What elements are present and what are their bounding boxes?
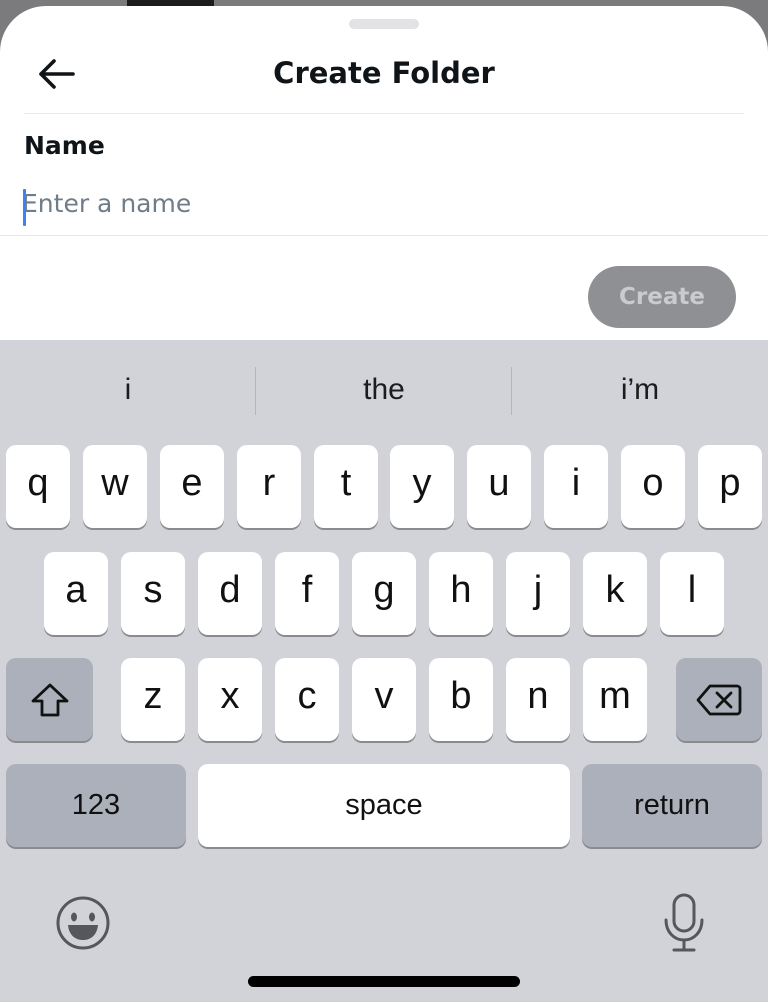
header-divider: [24, 113, 744, 114]
delete-key[interactable]: [676, 658, 762, 741]
key-j[interactable]: j: [506, 552, 570, 635]
create-folder-sheet: Create Folder Name Create: [0, 6, 768, 346]
key-u[interactable]: u: [467, 445, 531, 528]
suggestion-3[interactable]: i’m: [512, 364, 768, 416]
home-indicator[interactable]: [248, 976, 520, 987]
key-i[interactable]: i: [544, 445, 608, 528]
key-d[interactable]: d: [198, 552, 262, 635]
key-n[interactable]: n: [506, 658, 570, 741]
delete-backspace-icon: [696, 684, 742, 715]
suggestion-1[interactable]: i: [0, 364, 256, 416]
microphone-icon: [664, 893, 704, 952]
key-v[interactable]: v: [352, 658, 416, 741]
keyboard: i the i’m q w e r t y u i o p a s d f g …: [0, 340, 768, 1002]
page-title: Create Folder: [273, 56, 495, 90]
space-key[interactable]: space: [198, 764, 570, 847]
shift-icon: [31, 683, 68, 716]
key-g[interactable]: g: [352, 552, 416, 635]
dictation-button[interactable]: [660, 892, 708, 956]
key-t[interactable]: t: [314, 445, 378, 528]
emoji-button[interactable]: [54, 894, 112, 952]
key-l[interactable]: l: [660, 552, 724, 635]
key-y[interactable]: y: [390, 445, 454, 528]
key-q[interactable]: q: [6, 445, 70, 528]
suggestion-2[interactable]: the: [256, 364, 512, 416]
key-k[interactable]: k: [583, 552, 647, 635]
name-input[interactable]: [22, 181, 742, 225]
key-a[interactable]: a: [44, 552, 108, 635]
key-w[interactable]: w: [83, 445, 147, 528]
key-b[interactable]: b: [429, 658, 493, 741]
input-divider: [0, 235, 768, 236]
key-c[interactable]: c: [275, 658, 339, 741]
name-label: Name: [24, 131, 105, 160]
key-s[interactable]: s: [121, 552, 185, 635]
text-caret: [23, 189, 26, 226]
create-button[interactable]: Create: [588, 266, 736, 328]
key-m[interactable]: m: [583, 658, 647, 741]
numbers-key[interactable]: 123: [6, 764, 186, 847]
return-key[interactable]: return: [582, 764, 762, 847]
key-r[interactable]: r: [237, 445, 301, 528]
emoji-icon: [56, 896, 110, 950]
key-h[interactable]: h: [429, 552, 493, 635]
key-f[interactable]: f: [275, 552, 339, 635]
key-e[interactable]: e: [160, 445, 224, 528]
key-o[interactable]: o: [621, 445, 685, 528]
key-x[interactable]: x: [198, 658, 262, 741]
key-p[interactable]: p: [698, 445, 762, 528]
sheet-grabber[interactable]: [349, 19, 419, 29]
key-z[interactable]: z: [121, 658, 185, 741]
shift-key[interactable]: [6, 658, 93, 741]
